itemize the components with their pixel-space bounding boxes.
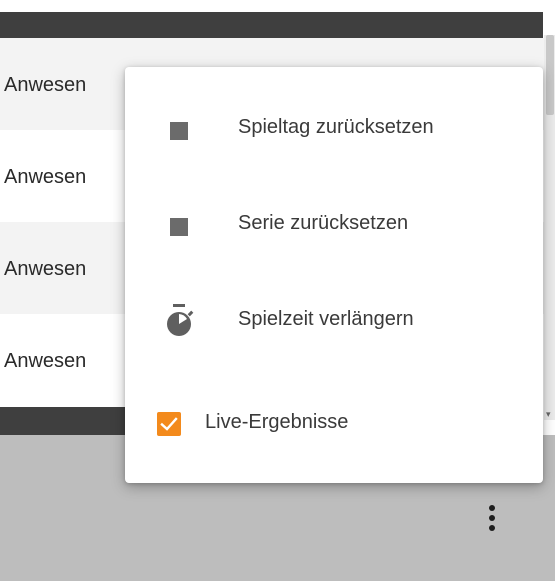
menu-item-label: Spieltag zurücksetzen [238, 116, 434, 138]
checkmark-icon [160, 417, 178, 431]
stopwatch-icon [167, 304, 194, 336]
scroll-down-arrow-icon[interactable]: ▾ [546, 409, 551, 420]
options-menu: Spieltag zurücksetzen Serie zurücksetzen… [125, 67, 543, 483]
square-icon [170, 218, 188, 236]
list-item-label: Anwesen [4, 74, 87, 96]
live-results-checkbox[interactable] [157, 412, 181, 436]
list-item-label: Anwesen [4, 166, 87, 188]
live-results-label[interactable]: Live-Ergebnisse [205, 411, 348, 434]
more-vertical-icon[interactable] [484, 505, 500, 545]
square-icon [170, 122, 188, 140]
menu-item-extend-playtime[interactable]: Spielzeit verlängern [125, 274, 543, 364]
menu-item-reset-series[interactable]: Serie zurücksetzen [125, 178, 543, 268]
menu-item-label: Serie zurücksetzen [238, 212, 409, 234]
vertical-scrollbar[interactable]: ▾ [544, 35, 555, 420]
list-item-label: Anwesen [4, 258, 87, 280]
list-header-bar [0, 12, 543, 38]
scrollbar-thumb[interactable] [546, 35, 554, 115]
menu-item-label: Spielzeit verlängern [238, 308, 414, 330]
menu-item-reset-matchday[interactable]: Spieltag zurücksetzen [125, 82, 543, 172]
list-item-label: Anwesen [4, 350, 87, 372]
